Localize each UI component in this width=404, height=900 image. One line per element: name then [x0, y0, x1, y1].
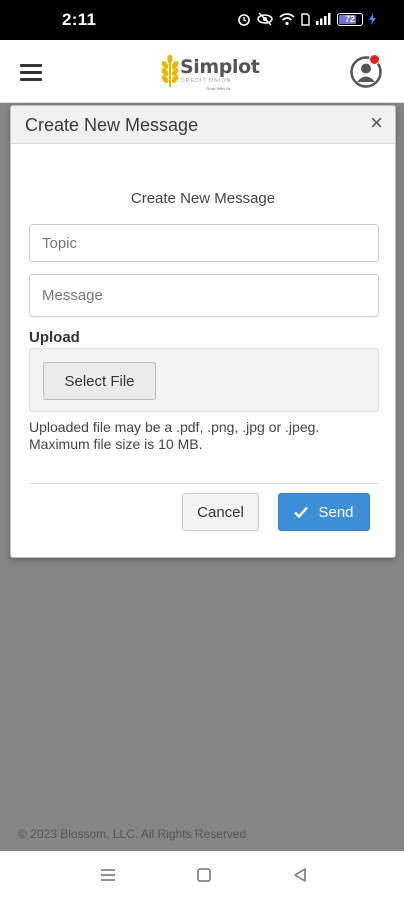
- upload-area: Select File: [29, 348, 379, 412]
- alarm-icon: [238, 14, 250, 26]
- status-icons: 72: [237, 12, 376, 26]
- status-time: 2:11: [62, 10, 97, 29]
- notification-badge: [369, 54, 380, 65]
- charging-icon: [369, 13, 376, 25]
- nav-menu-icon[interactable]: [99, 867, 117, 883]
- battery-icon: 72: [337, 12, 363, 26]
- cancel-button[interactable]: Cancel: [182, 493, 259, 531]
- select-file-button[interactable]: Select File: [43, 362, 156, 400]
- divider: [29, 483, 379, 484]
- simplot-logo: Simplot CREDIT UNION Grow With Us: [160, 52, 260, 94]
- wheat-icon: [161, 54, 179, 87]
- eye-off-icon: [257, 12, 273, 26]
- dialog-title: Create New Message: [25, 115, 199, 135]
- status-bar: 2:11 72: [0, 0, 404, 40]
- menu-icon[interactable]: [20, 64, 44, 81]
- signal-icon: [316, 13, 331, 25]
- nav-back-icon[interactable]: [292, 867, 308, 883]
- send-label: Send: [318, 503, 354, 521]
- wifi-icon: [279, 12, 295, 25]
- create-message-dialog: Create New Message × Create New Message …: [10, 105, 396, 558]
- system-nav-bar: [0, 851, 404, 900]
- app-header: Simplot CREDIT UNION Grow With Us: [0, 40, 404, 103]
- form-heading: Create New Message: [130, 190, 276, 207]
- close-icon[interactable]: ×: [370, 112, 383, 134]
- battery-level: 72: [344, 13, 355, 24]
- check-icon: [294, 506, 309, 518]
- upload-note: Uploaded file may be a .pdf, .png, .jpg …: [29, 419, 379, 453]
- topic-input[interactable]: [29, 224, 379, 262]
- upload-note-line2: Maximum file size is 10 MB.: [29, 436, 203, 452]
- logo-tagline: Grow With Us: [206, 86, 231, 91]
- send-button[interactable]: Send: [278, 493, 370, 531]
- logo-name: Simplot: [180, 56, 260, 78]
- upload-note-line1: Uploaded file may be a .pdf, .png, .jpg …: [29, 419, 320, 435]
- upload-label: Upload: [29, 329, 80, 346]
- dialog-header: Create New Message ×: [11, 106, 395, 144]
- nav-home-icon[interactable]: [196, 867, 212, 883]
- copyright-footer: © 2023 Blossom, LLC. All Rights Reserved: [18, 827, 247, 841]
- message-input[interactable]: [29, 274, 379, 317]
- logo-subtitle: CREDIT UNION: [181, 78, 232, 84]
- sim-icon: [301, 12, 310, 26]
